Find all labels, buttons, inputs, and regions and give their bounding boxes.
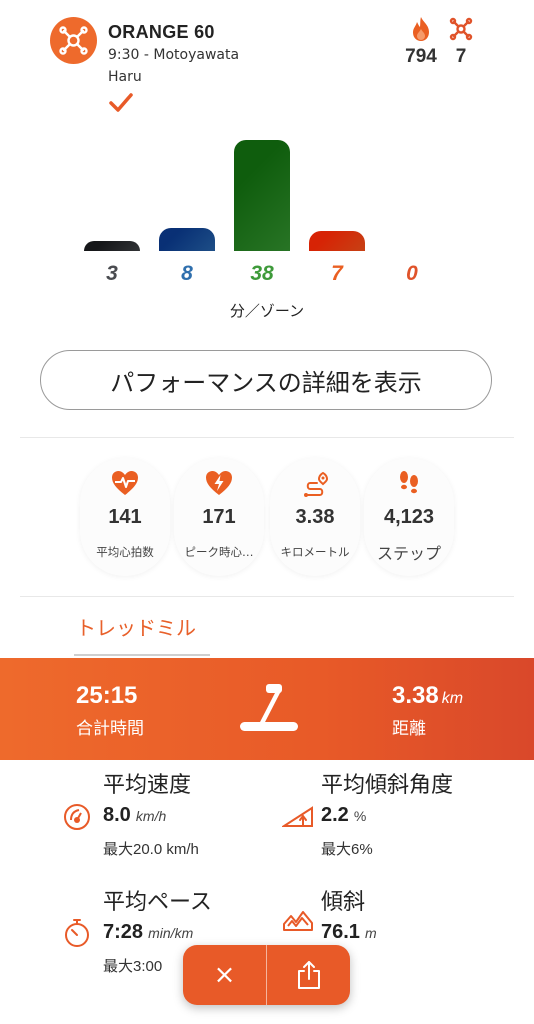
footsteps-icon bbox=[394, 468, 424, 498]
avg-incline-reading: 2.2 % bbox=[321, 804, 366, 827]
heart-rate-icon bbox=[110, 468, 140, 498]
distance-label: 距離 bbox=[392, 719, 426, 739]
zone-value-label: 38 bbox=[250, 262, 274, 285]
avg-pace-title: 平均ペース bbox=[103, 890, 212, 915]
peak-heart-rate-metric: 171 ピーク時心… bbox=[174, 458, 264, 576]
elevation-reading: 76.1 m bbox=[321, 921, 377, 944]
zone-value-label: 7 bbox=[331, 262, 343, 285]
zone-value-label: 3 bbox=[106, 262, 118, 285]
heart-bolt-icon bbox=[204, 468, 234, 498]
zone-bar bbox=[234, 140, 290, 251]
tab-underline bbox=[74, 654, 210, 656]
distance-metric: 3.38 キロメートル bbox=[270, 458, 360, 576]
share-button[interactable] bbox=[267, 945, 350, 1005]
incline-angle-icon bbox=[280, 804, 316, 834]
elevation-unit: m bbox=[365, 925, 377, 941]
max-speed: 最大20.0 km/h bbox=[103, 841, 199, 858]
elevation-value: 76.1 bbox=[321, 921, 360, 943]
distance-value: 3.38 bbox=[392, 682, 439, 709]
avg-incline-value: 2.2 bbox=[321, 804, 349, 826]
metric-value: 3.38 bbox=[295, 506, 335, 528]
zone-bar bbox=[309, 231, 365, 251]
metric-label: 平均心拍数 bbox=[96, 545, 154, 559]
avg-speed-title: 平均速度 bbox=[103, 773, 192, 798]
zone-chart bbox=[0, 0, 534, 300]
avg-incline-unit: % bbox=[353, 808, 367, 824]
metric-label: ピーク時心… bbox=[184, 545, 254, 559]
total-time-label: 合計時間 bbox=[76, 719, 144, 739]
zone-value-label: 0 bbox=[406, 262, 418, 285]
zone-value-label: 8 bbox=[181, 262, 193, 285]
metric-value: 141 bbox=[108, 506, 142, 528]
metric-label: キロメートル bbox=[280, 545, 350, 559]
divider bbox=[20, 596, 514, 597]
route-distance-icon bbox=[300, 468, 330, 498]
divider bbox=[20, 437, 514, 438]
avg-pace-value: 7:28 bbox=[103, 921, 144, 943]
steps-metric: 4,123 ステップ bbox=[364, 458, 454, 576]
metric-label: ステップ bbox=[376, 544, 441, 563]
elevation-title: 傾斜 bbox=[321, 890, 366, 915]
metric-value: 171 bbox=[202, 506, 236, 528]
avg-incline-title: 平均傾斜角度 bbox=[321, 773, 454, 798]
chart-x-label: 分／ゾーン bbox=[229, 302, 305, 320]
treadmill-summary-banner: 25:15 合計時間 3.38 km 距離 bbox=[0, 658, 534, 760]
action-bar: × bbox=[183, 945, 350, 1005]
avg-speed-reading: 8.0 km/h bbox=[103, 804, 166, 827]
treadmill-icon bbox=[234, 680, 302, 742]
zone-bar bbox=[84, 241, 140, 251]
close-button[interactable]: × bbox=[183, 945, 266, 1005]
elevation-chart-icon bbox=[282, 906, 314, 938]
stopwatch-icon bbox=[62, 917, 92, 953]
metric-value: 4,123 bbox=[383, 506, 435, 528]
avg-pace-reading: 7:28 min/km bbox=[103, 921, 193, 944]
max-incline: 最大6% bbox=[321, 841, 373, 858]
avg-pace-unit: min/km bbox=[148, 925, 194, 941]
tab-treadmill[interactable]: トレッドミル bbox=[76, 612, 196, 641]
zone-bar bbox=[159, 228, 215, 251]
share-icon bbox=[297, 961, 320, 989]
distance-unit: km bbox=[441, 690, 464, 707]
avg-heart-rate-metric: 141 平均心拍数 bbox=[80, 458, 170, 576]
close-icon: × bbox=[213, 960, 236, 990]
avg-speed-unit: km/h bbox=[135, 808, 167, 824]
speedometer-icon bbox=[62, 802, 92, 836]
view-performance-details-button[interactable]: パフォーマンスの詳細を表示 bbox=[40, 350, 492, 410]
total-time-value: 25:15 bbox=[76, 682, 138, 709]
max-pace: 最大3:00 bbox=[103, 958, 163, 975]
distance-summary: 3.38 km bbox=[392, 682, 463, 710]
avg-speed-value: 8.0 bbox=[103, 804, 131, 826]
